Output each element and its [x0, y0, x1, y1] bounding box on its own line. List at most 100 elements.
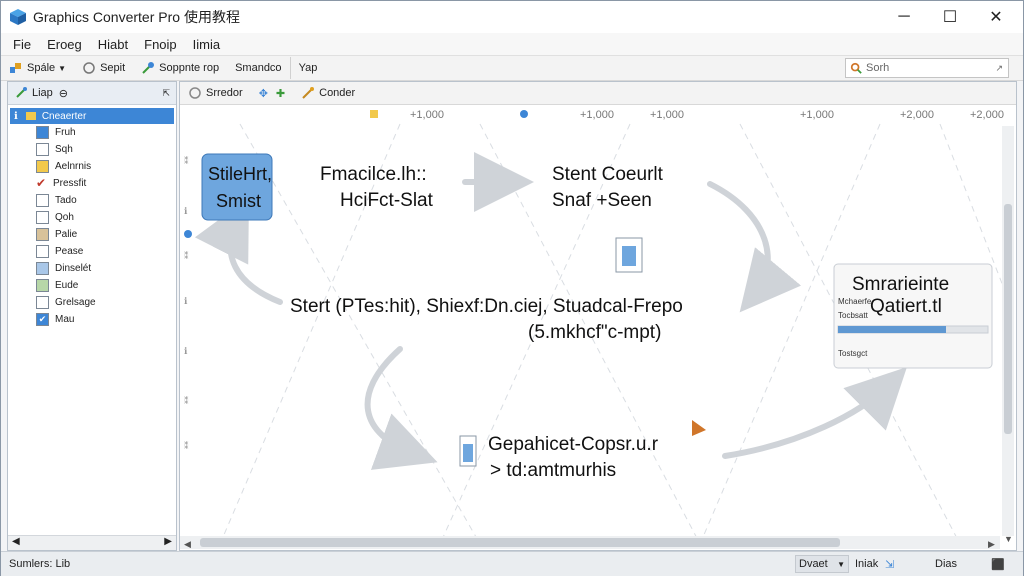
support-label: Soppnte rop [159, 62, 220, 74]
status-mode-label[interactable]: Dias [935, 558, 957, 570]
horizontal-scroll-thumb[interactable] [200, 538, 840, 547]
settings-label-2: Tocbsatt [838, 311, 869, 320]
tree-item-8[interactable]: Dinselét [26, 260, 176, 277]
file-blue-icon [36, 262, 49, 275]
scroll-right-icon[interactable]: ▶ [164, 536, 172, 547]
move-button[interactable]: ✥ ✚ [251, 82, 293, 104]
svg-text:⁑: ⁑ [184, 155, 189, 166]
edit-flag-icon [692, 420, 706, 436]
menu-file[interactable]: Fie [13, 37, 31, 52]
close-button[interactable]: ✕ [973, 1, 1019, 33]
start-node-line2: Smist [216, 191, 261, 211]
tree-item-label: Palie [55, 229, 78, 240]
sidebar-panel: Liap ⊖ ⇱ ℹ Cneaerter Fruh Sqh Aelnrnis ✔… [7, 81, 177, 551]
tree-item-11[interactable]: ✔ Mau [26, 311, 176, 328]
ruler-mark: +1,000 [410, 109, 444, 121]
tree-item-2[interactable]: Aelnrnis [26, 158, 176, 175]
tree-item-label: Aelnrnis [55, 161, 92, 172]
tree-item-label: Dinselét [55, 263, 92, 274]
status-zoom-label[interactable]: Iniak [855, 558, 878, 570]
move-icon: ✥ [258, 87, 268, 100]
tree-item-4[interactable]: Tado [26, 192, 176, 209]
window-title: Graphics Converter Pro 使用教程 [33, 9, 240, 25]
tree-item-label: Pease [55, 246, 84, 257]
tree-item-label: Fruh [55, 127, 76, 138]
menu-bar: Fie Eroeg Hiabt Fnoip Iimia [1, 33, 1023, 55]
scale-button[interactable]: Spále ▼ [1, 57, 74, 79]
main-toolbar: Spále ▼ Sepit Soppnte rop Smandco Yap So… [1, 55, 1023, 81]
file-icon [36, 211, 49, 224]
svg-text:ℹ: ℹ [184, 206, 188, 216]
render-label: Srredor [206, 87, 243, 99]
menu-view[interactable]: Fnoip [144, 37, 177, 52]
convert-button[interactable]: Conder [293, 82, 363, 104]
tree-root[interactable]: ℹ Cneaerter [10, 108, 174, 124]
ruler-flag-icon [370, 110, 378, 118]
diagram-canvas[interactable]: Srredor ✥ ✚ Conder +1,000 +1,000 +1,000 [179, 81, 1017, 551]
canvas-scroll-left-icon[interactable]: ◀ [184, 539, 191, 549]
file-icon [36, 296, 49, 309]
menu-edit[interactable]: Eroeg [47, 37, 82, 52]
search-box[interactable]: Sorh ↗ [845, 58, 1009, 78]
file-yellow-icon [36, 160, 49, 173]
support-button[interactable]: Soppnte rop [133, 57, 227, 79]
tree-item-6[interactable]: Palie [26, 226, 176, 243]
ruler-mark: +2,000 [900, 109, 934, 121]
scroll-down-icon[interactable]: ▼ [1004, 534, 1013, 544]
process-b-line2: Snaf +Seen [552, 190, 652, 211]
tree-item-0[interactable]: Fruh [26, 124, 176, 141]
scale-label: Spále [27, 62, 56, 74]
ruler-mark: +2,000 [970, 109, 1004, 121]
flow-arrows [194, 152, 907, 470]
tree-item-7[interactable]: Pease [26, 243, 176, 260]
tree-item-1[interactable]: Sqh [26, 141, 176, 158]
refresh-icon [83, 62, 95, 74]
tree-item-label: Sqh [55, 144, 73, 155]
tree-item-label: Eude [55, 280, 79, 291]
scroll-left-icon[interactable]: ◀ [12, 536, 20, 547]
settings-title-line2: Qatiert.tl [870, 296, 942, 317]
status-dropdown[interactable]: Dvaet ▼ [795, 555, 849, 573]
sidebar-tab[interactable]: Liap ⊖ ⇱ [8, 82, 176, 105]
canvas-scroll-right-icon[interactable]: ▶ [988, 539, 995, 549]
tree-item-5[interactable]: Qoh [26, 209, 176, 226]
tree-item-9[interactable]: Eude [26, 277, 176, 294]
document-icon [615, 237, 643, 273]
settings-label-1: Mchaerfe [838, 297, 872, 306]
search-input[interactable]: Sorh [866, 62, 889, 74]
search-dropdown-icon[interactable]: ↗ [995, 63, 1003, 74]
expand-icon[interactable]: ℹ [14, 111, 18, 122]
file-blue-icon [36, 126, 49, 139]
render-button[interactable]: Srredor [180, 82, 251, 104]
title-bar: Graphics Converter Pro 使用教程 ─ ☐ ✕ [1, 1, 1023, 33]
checkbox-checked-icon: ✔ [36, 313, 49, 326]
menu-image[interactable]: Iimia [193, 37, 220, 52]
sidebar-horizontal-scrollbar[interactable]: ◀ ▶ [8, 535, 176, 550]
tree-item-label: Tado [55, 195, 77, 206]
maximize-button[interactable]: ☐ [927, 1, 973, 33]
output-line2: > td:amtmurhis [490, 460, 616, 481]
tree-item-3[interactable]: ✔ Pressfit [26, 175, 176, 192]
settings-title-line1: Smrarieinte [852, 274, 949, 295]
sidebar-pin-icon[interactable]: ⇱ [162, 88, 170, 99]
menu-help[interactable]: Hiabt [98, 37, 128, 52]
split-button[interactable]: Sepit [74, 57, 133, 79]
tree-item-10[interactable]: Grelsage [26, 294, 176, 311]
tree-item-label: Pressfit [53, 178, 87, 189]
yap-button[interactable]: Yap [289, 57, 326, 79]
scale-icon [10, 63, 21, 73]
chevron-down-icon: ▼ [837, 559, 845, 569]
tree-item-label: Qoh [55, 212, 74, 223]
vertical-scroll-thumb[interactable] [1004, 204, 1012, 434]
status-zoom-icon[interactable]: ⇲ [885, 558, 894, 571]
rotate-icon [189, 87, 201, 99]
tab-close-icon[interactable]: ⊖ [59, 87, 68, 100]
minimize-button[interactable]: ─ [881, 1, 927, 33]
app-cube-icon [10, 9, 26, 25]
svg-text:⁑: ⁑ [184, 250, 189, 261]
status-resize-icon[interactable]: ⬛ [991, 558, 1005, 571]
command-button[interactable]: Smandco [227, 57, 289, 79]
vertical-ruler: ⁑ ℹ ⁑ ℹ ℹ ⁑ ⁑ [184, 155, 189, 451]
center-step-line2: (5.mkhcf"c-mpt) [528, 322, 661, 343]
command-label: Smandco [235, 62, 282, 74]
